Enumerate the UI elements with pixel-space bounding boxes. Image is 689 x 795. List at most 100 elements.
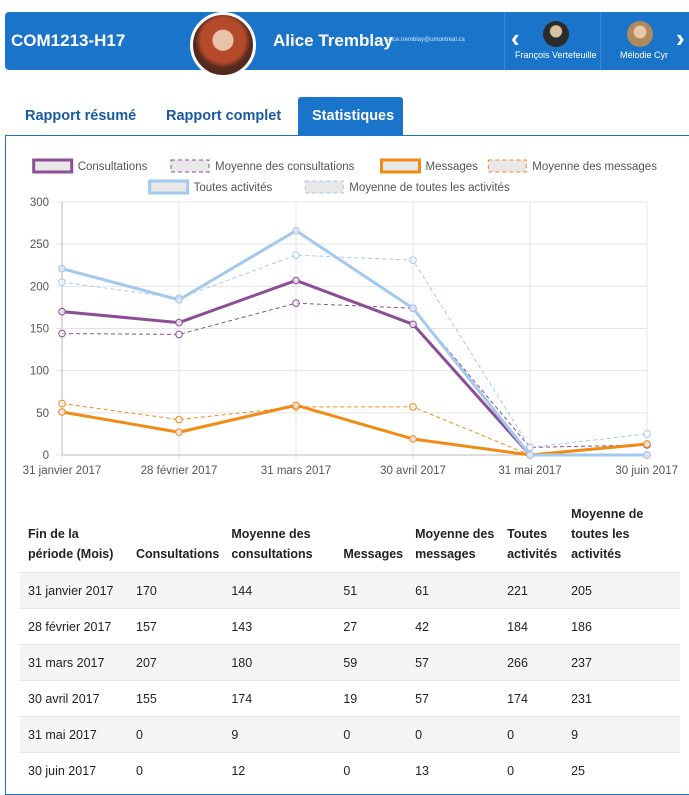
table-cell: 30 avril 2017 xyxy=(20,680,128,717)
data-point xyxy=(409,320,417,329)
table-cell: 30 juin 2017 xyxy=(20,752,128,788)
legend-label: Moyenne des messages xyxy=(532,161,657,173)
table-cell: 231 xyxy=(563,680,680,717)
table-cell: 9 xyxy=(223,716,336,753)
y-tick-label: 0 xyxy=(43,450,49,462)
table-cell: 155 xyxy=(128,680,224,717)
legend-label: Moyenne de toutes les activités xyxy=(349,182,510,194)
y-tick-label: 100 xyxy=(30,366,49,378)
column-header: Toutes activités xyxy=(507,527,558,561)
legend-swatch xyxy=(487,159,527,173)
data-point xyxy=(292,276,300,285)
data-point xyxy=(175,330,183,339)
table-cell: 184 xyxy=(499,608,564,645)
table-cell: 9 xyxy=(563,716,680,753)
data-point xyxy=(58,329,66,338)
table-cell: 180 xyxy=(223,644,336,681)
legend-swatch xyxy=(148,179,190,195)
table-cell: 31 janvier 2017 xyxy=(20,572,128,609)
data-point xyxy=(643,440,651,448)
table-cell: 0 xyxy=(407,716,500,753)
table-cell: 170 xyxy=(128,572,224,609)
table-header-row: Fin de la période (Mois) Consultations M… xyxy=(20,504,680,573)
data-point xyxy=(58,278,66,286)
table-cell: 266 xyxy=(499,644,564,681)
legend-label: Consultations xyxy=(78,161,148,173)
data-point xyxy=(643,430,651,438)
data-point xyxy=(292,401,300,410)
legend-swatch xyxy=(170,159,210,173)
x-tick-label: 30 avril 2017 xyxy=(380,465,446,477)
table-cell: 0 xyxy=(335,716,408,753)
table-cell: 186 xyxy=(563,608,680,645)
data-point xyxy=(643,451,651,459)
data-point xyxy=(175,296,183,304)
column-header: Consultations xyxy=(136,547,220,561)
series-line xyxy=(61,254,648,448)
table-cell: 174 xyxy=(499,680,564,717)
column-header: Fin de la période (Mois) xyxy=(28,527,114,561)
column-header: Moyenne des messages xyxy=(415,527,495,561)
data-point xyxy=(58,264,66,273)
table-cell: 143 xyxy=(223,608,336,645)
table-cell: 12 xyxy=(223,752,336,788)
data-point xyxy=(409,403,417,411)
table-cell: 27 xyxy=(335,608,408,645)
legend-label: Messages xyxy=(426,161,479,173)
table-cell: 59 xyxy=(335,644,408,681)
table-row: 31 mai 2017 0 9 0 0 0 9 xyxy=(20,716,680,753)
table-row: 30 juin 2017 0 12 0 13 0 25 xyxy=(20,752,680,788)
legend-label: Toutes activités xyxy=(194,182,273,194)
x-tick-label: 28 février 2017 xyxy=(141,465,218,477)
data-point xyxy=(58,307,66,316)
table-cell: 51 xyxy=(335,572,408,609)
data-point xyxy=(409,304,417,313)
table-cell: 207 xyxy=(128,644,224,681)
series-line xyxy=(61,278,647,457)
data-point xyxy=(175,428,183,437)
legend-swatch xyxy=(380,158,421,174)
column-header: Messages xyxy=(343,547,404,561)
data-point xyxy=(526,451,534,459)
legend-swatch xyxy=(304,180,344,194)
y-tick-label: 150 xyxy=(30,324,49,336)
table-cell: 144 xyxy=(223,572,336,609)
table-cell: 0 xyxy=(499,752,564,788)
series-line xyxy=(61,403,648,456)
table-cell: 157 xyxy=(128,608,224,645)
y-tick-label: 200 xyxy=(30,281,49,293)
table-cell: 0 xyxy=(128,716,224,753)
table-cell: 0 xyxy=(128,752,224,788)
table-row: 31 mars 2017 207 180 59 57 266 237 xyxy=(20,644,680,681)
x-tick-label: 30 juin 2017 xyxy=(615,465,678,477)
legend-label: Moyenne des consultations xyxy=(215,161,355,173)
table-cell: 0 xyxy=(499,716,564,753)
table-cell: 42 xyxy=(407,608,500,645)
table-row: 28 février 2017 157 143 27 42 184 186 xyxy=(20,608,680,645)
table-cell: 13 xyxy=(407,752,500,788)
table-cell: 28 février 2017 xyxy=(20,608,128,645)
statistics-table: Fin de la période (Mois) Consultations M… xyxy=(20,504,680,788)
column-header: Moyenne des consultations xyxy=(231,527,313,561)
x-tick-label: 31 mai 2017 xyxy=(498,465,561,477)
data-point xyxy=(409,256,417,264)
table-cell: 25 xyxy=(563,752,680,788)
y-tick-label: 50 xyxy=(36,408,49,420)
statistics-chart: 0 50 100 150 200 250 300 31 janvier 2017 28 févr… xyxy=(23,158,678,477)
table-cell: 31 mars 2017 xyxy=(20,644,128,681)
legend-swatch xyxy=(32,158,74,174)
data-point xyxy=(409,435,417,443)
table-cell: 57 xyxy=(407,680,500,717)
y-tick-label: 250 xyxy=(30,239,49,251)
table-row: 30 avril 2017 155 174 19 57 174 231 xyxy=(20,680,680,717)
table-cell: 31 mai 2017 xyxy=(20,716,128,753)
table-cell: 174 xyxy=(223,680,336,717)
x-tick-label: 31 janvier 2017 xyxy=(23,465,102,477)
data-point xyxy=(292,251,300,259)
table-cell: 61 xyxy=(407,572,500,609)
data-point xyxy=(292,299,300,308)
data-point xyxy=(175,415,183,424)
y-tick-label: 300 xyxy=(30,197,49,209)
data-point xyxy=(175,318,183,327)
table-row: 31 janvier 2017 170 144 51 61 221 205 xyxy=(20,572,680,609)
